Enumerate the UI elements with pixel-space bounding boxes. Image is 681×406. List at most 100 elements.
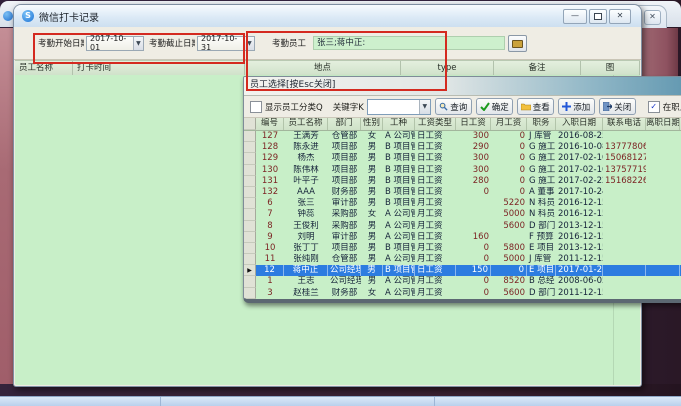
employee-row[interactable]: 128陈永进项目部男B 项目管理日工资2900G 施工2016-10-08137… xyxy=(244,142,681,153)
employee-grid: 编号员工名称部门性别工种工资类型日工资月工资职务入职日期联系电话离职日期顺127… xyxy=(244,118,681,299)
grid-cell: 男 xyxy=(361,198,383,209)
grid-cell: 项目部 xyxy=(328,153,361,164)
row-selector[interactable] xyxy=(244,176,256,187)
employee-row[interactable]: 10张丁丁项目部男B 项目管理月工资05800E 项目2013-12-151 xyxy=(244,243,681,254)
main-column-header[interactable]: 打卡时间 xyxy=(73,61,245,76)
grid-cell: 男 xyxy=(361,165,383,176)
employee-row[interactable]: 129杨杰项目部男B 项目管理日工资3000G 施工2017-02-101506… xyxy=(244,153,681,164)
grid-cell: N 科员 xyxy=(527,209,556,220)
row-selector[interactable] xyxy=(244,243,256,254)
grid-column-header[interactable]: 性别 xyxy=(361,118,383,130)
grid-cell: 日工资 xyxy=(415,232,456,243)
grid-cell: 陈伟林 xyxy=(284,165,328,176)
employee-row[interactable]: 7钟蕊采购部女A 公司管理月工资5000N 科员2016-12-151 xyxy=(244,209,681,220)
row-selector[interactable] xyxy=(244,209,256,220)
row-selector[interactable] xyxy=(244,288,256,299)
grid-cell: 2016-08-25 xyxy=(556,131,603,142)
close-button[interactable]: ✕ xyxy=(609,9,631,24)
grid-cell xyxy=(646,288,680,299)
row-selector[interactable] xyxy=(244,131,256,142)
main-titlebar[interactable]: S 微信打卡记录 — ✕ xyxy=(14,5,641,28)
grid-cell xyxy=(456,209,491,220)
employee-picker-button[interactable] xyxy=(508,35,527,52)
show-category-checkbox[interactable] xyxy=(250,101,262,113)
keyword-combobox[interactable]: ▼ xyxy=(367,99,431,115)
grid-cell: 财务部 xyxy=(328,187,361,198)
row-selector[interactable]: ▶ xyxy=(244,265,256,276)
row-selector[interactable] xyxy=(244,276,256,287)
row-selector[interactable] xyxy=(244,221,256,232)
grid-cell: 项目部 xyxy=(328,243,361,254)
background-close-button[interactable]: ✕ xyxy=(644,10,661,25)
grid-cell: 2017-10-24 xyxy=(556,187,603,198)
end-date-select[interactable]: 2017-10-31 ▼ xyxy=(197,36,255,51)
row-selector[interactable] xyxy=(244,153,256,164)
row-selector[interactable] xyxy=(244,165,256,176)
chevron-down-icon[interactable]: ▼ xyxy=(133,37,143,50)
employee-row[interactable]: 132AAA财务部男B 项目管理日工资00A 董事2017-10-241 xyxy=(244,187,681,198)
employee-row[interactable]: 11张纯刚仓管部男A 公司管理月工资05000J 库管2011-12-151 xyxy=(244,254,681,265)
add-button[interactable]: 添加 xyxy=(558,98,595,115)
grid-column-header[interactable]: 月工资 xyxy=(491,118,527,130)
main-column-header[interactable]: type xyxy=(401,61,494,76)
grid-cell: 蒋中正 xyxy=(284,265,328,276)
dialog-titlebar[interactable]: 员工选择[按Esc关闭] xyxy=(244,77,681,96)
main-column-header[interactable]: 备注 xyxy=(494,61,581,76)
main-column-header[interactable]: 员工名称 xyxy=(15,61,73,76)
row-selector[interactable] xyxy=(244,232,256,243)
grid-cell: 2017-02-10 xyxy=(556,153,603,164)
grid-cell: B 项目管理 xyxy=(383,142,415,153)
employee-row[interactable]: 1王志公司经理男A 公司管理月工资08520B 总经2008-06-051 xyxy=(244,276,681,287)
onduty-checkbox[interactable]: ✓ xyxy=(648,101,660,113)
grid-column-header[interactable]: 员工名称 xyxy=(284,118,328,130)
onduty-label: 在职人 xyxy=(663,101,681,113)
row-selector[interactable] xyxy=(244,198,256,209)
view-button[interactable]: 查看 xyxy=(517,98,554,115)
start-date-select[interactable]: 2017-10-01 ▼ xyxy=(86,36,144,51)
employee-row[interactable]: 8王俊利采购部男A 公司管理月工资5600D 部门2013-12-151 xyxy=(244,221,681,232)
employee-row[interactable]: 127王满芳仓管部女A 公司管理日工资3000J 库管2016-08-25 xyxy=(244,131,681,142)
main-column-header[interactable]: 地点 xyxy=(245,61,401,76)
employee-row[interactable]: 3赵桂兰财务部女A 公司管理月工资05600D 部门2011-12-151 xyxy=(244,288,681,299)
taskbar[interactable] xyxy=(0,396,681,406)
row-selector[interactable] xyxy=(244,142,256,153)
grid-column-header[interactable]: 职务 xyxy=(527,118,556,130)
employee-row[interactable]: 130陈伟林项目部男B 项目管理日工资3000G 施工2017-02-16137… xyxy=(244,165,681,176)
employee-row[interactable]: ▶12蒋中正公司经理男B 项目管理日工资1500E 项目2017-01-241 xyxy=(244,265,681,276)
query-button[interactable]: 查询 xyxy=(435,98,472,115)
row-selector[interactable] xyxy=(244,254,256,265)
row-selector[interactable] xyxy=(244,187,256,198)
grid-column-header[interactable]: 工种 xyxy=(383,118,415,130)
grid-column-header[interactable]: 联系电话 xyxy=(603,118,646,130)
dialog-close-button[interactable]: 关闭 xyxy=(599,98,636,115)
main-column-header[interactable]: 图 xyxy=(581,61,640,76)
employee-row[interactable]: 6张三审计部男B 项目管理月工资5220N 科员2016-12-151 xyxy=(244,198,681,209)
confirm-button[interactable]: 确定 xyxy=(476,98,513,115)
close-icon: ✕ xyxy=(649,12,656,21)
grid-cell: 8 xyxy=(256,221,284,232)
grid-column-header[interactable]: 日工资 xyxy=(456,118,491,130)
grid-cell: A 公司管理 xyxy=(383,131,415,142)
grid-column-header[interactable]: 部门 xyxy=(328,118,361,130)
grid-cell xyxy=(646,165,680,176)
employee-row[interactable]: 131叶平子项目部男B 项目管理日工资2800G 施工2017-02-22151… xyxy=(244,176,681,187)
grid-cell: 2013-12-15 xyxy=(556,221,603,232)
grid-cell: B 项目管理 xyxy=(383,176,415,187)
grid-cell xyxy=(603,254,646,265)
chevron-down-icon[interactable]: ▼ xyxy=(244,37,254,50)
employee-filter-input[interactable]: 张三;蒋中正: xyxy=(313,36,505,50)
grid-cell: 10 xyxy=(256,243,284,254)
grid-cell: 采购部 xyxy=(328,209,361,220)
employee-row[interactable]: 9刘明审计部男A 公司管理日工资160F 预算2016-12-151 xyxy=(244,232,681,243)
grid-column-header[interactable]: 工资类型 xyxy=(415,118,456,130)
grid-column-header[interactable]: 入职日期 xyxy=(556,118,603,130)
plus-icon xyxy=(562,102,571,111)
window-controls: — ✕ xyxy=(563,9,631,24)
restore-button[interactable] xyxy=(589,9,607,24)
grid-cell: 女 xyxy=(361,288,383,299)
chevron-down-icon[interactable]: ▼ xyxy=(419,100,430,114)
minimize-button[interactable]: — xyxy=(563,9,587,24)
grid-column-header[interactable]: 编号 xyxy=(256,118,284,130)
grid-cell xyxy=(603,187,646,198)
grid-column-header[interactable]: 离职日期 xyxy=(646,118,680,130)
